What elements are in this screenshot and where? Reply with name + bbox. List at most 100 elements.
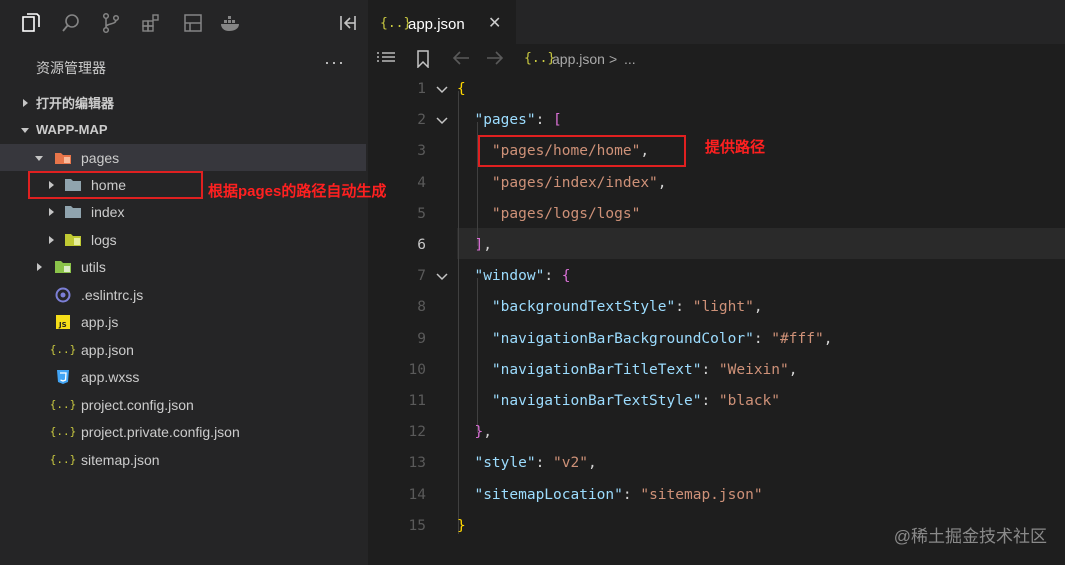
- line-number: 12: [408, 424, 426, 441]
- code-line[interactable]: 4 "pages/index/index",: [368, 168, 1065, 199]
- tree-label: app.json: [81, 341, 134, 358]
- code-line[interactable]: 5 "pages/logs/logs": [368, 199, 1065, 230]
- chevron-right-icon: [46, 207, 56, 217]
- code-text: "window": {: [457, 268, 571, 285]
- tab-app-json[interactable]: {..} app.json ✕: [368, 0, 516, 44]
- code-line[interactable]: 9 "navigationBarBackgroundColor": "#fff"…: [368, 324, 1065, 355]
- code-token: "v2": [553, 455, 588, 472]
- code-token: "light": [692, 299, 754, 316]
- open-editors-section[interactable]: 打开的编辑器: [0, 89, 366, 116]
- chevron-right-icon: [20, 98, 30, 108]
- fold-chevron-down-icon[interactable]: [436, 114, 448, 125]
- tree-folder-logs[interactable]: logs: [0, 226, 366, 253]
- extensions-icon[interactable]: [140, 12, 162, 34]
- tree-folder-index[interactable]: index: [0, 198, 366, 225]
- code-token: "pages/index/index": [491, 174, 658, 191]
- docker-icon[interactable]: [220, 12, 242, 34]
- code-line[interactable]: 1{: [368, 74, 1065, 105]
- bookmark-icon[interactable]: [416, 50, 430, 73]
- tree-file-sitemap[interactable]: {..} sitemap.json: [0, 446, 366, 473]
- svg-text:JS: JS: [58, 321, 67, 329]
- code-token: "#fff": [771, 330, 824, 347]
- code-text: "style": "v2",: [457, 455, 597, 472]
- tree-folder-pages[interactable]: pages: [0, 144, 366, 171]
- code-text: }: [457, 518, 466, 534]
- tree-label: logs: [91, 231, 117, 248]
- tab-label: app.json: [408, 16, 465, 33]
- tree-file-project-config[interactable]: {..} project.config.json: [0, 391, 366, 418]
- breadcrumb-more[interactable]: ...: [624, 51, 636, 67]
- json-icon: {..}: [49, 453, 77, 466]
- fold-chevron-down-icon[interactable]: [436, 83, 448, 94]
- code-line[interactable]: 11 "navigationBarTextStyle": "black": [368, 386, 1065, 417]
- code-token: {: [561, 268, 571, 285]
- line-number: 2: [417, 112, 426, 129]
- forward-arrow-icon[interactable]: [486, 50, 504, 71]
- code-token: ,: [587, 455, 597, 472]
- line-number: 9: [417, 330, 426, 347]
- tree-file-eslintrc[interactable]: .eslintrc.js: [0, 281, 366, 308]
- collapse-panel-icon[interactable]: [337, 12, 359, 34]
- code-token: :: [675, 299, 693, 316]
- tree-file-app-json[interactable]: {..} app.json: [0, 336, 366, 363]
- fold-chevron-down-icon[interactable]: [436, 270, 448, 281]
- code-line[interactable]: 2 "pages": [: [368, 105, 1065, 136]
- breadcrumb-file[interactable]: app.json: [552, 51, 605, 67]
- code-token: "window": [474, 268, 545, 285]
- line-number: 7: [417, 268, 426, 285]
- annotation-text-right: 提供路径: [705, 139, 766, 156]
- folder-icon: [64, 204, 82, 220]
- more-actions-button[interactable]: ···: [324, 52, 345, 73]
- project-section[interactable]: WAPP-MAP: [0, 116, 366, 143]
- javascript-icon: JS: [54, 314, 72, 330]
- tree-label: app.wxss: [81, 368, 140, 385]
- code-line[interactable]: 14 "sitemapLocation": "sitemap.json": [368, 480, 1065, 511]
- search-icon[interactable]: [60, 12, 82, 34]
- back-arrow-icon[interactable]: [452, 50, 470, 71]
- code-line[interactable]: 12 },: [368, 417, 1065, 448]
- annotation-text-left: 根据pages的路径自动生成: [208, 183, 387, 200]
- code-token: "navigationBarTextStyle": [491, 393, 702, 409]
- code-token: :: [701, 361, 719, 378]
- code-text: },: [457, 424, 491, 440]
- close-icon[interactable]: ✕: [488, 13, 501, 33]
- code-line[interactable]: 7 "window": {: [368, 261, 1065, 292]
- code-token: }: [457, 517, 466, 534]
- code-token: :: [753, 330, 772, 347]
- line-number: 14: [408, 486, 426, 503]
- explorer-icon[interactable]: [20, 12, 42, 34]
- json-icon: {..}: [524, 51, 556, 66]
- tree-label: utils: [81, 258, 106, 275]
- tree-folder-utils[interactable]: utils: [0, 253, 366, 280]
- code-token: "navigationBarTitleText": [491, 361, 702, 378]
- tree-file-project-private[interactable]: {..} project.private.config.json: [0, 418, 366, 445]
- code-line[interactable]: 6 ],: [368, 230, 1065, 261]
- code-line[interactable]: 10 "navigationBarTitleText": "Weixin",: [368, 355, 1065, 386]
- layout-icon[interactable]: [182, 12, 204, 34]
- line-number: 15: [408, 517, 426, 534]
- tree-file-app-wxss[interactable]: app.wxss: [0, 363, 366, 390]
- line-number: 3: [417, 143, 426, 160]
- json-icon: {..}: [380, 16, 412, 31]
- code-token: :: [622, 486, 641, 503]
- code-line[interactable]: 13 "style": "v2",: [368, 448, 1065, 479]
- code-token: "sitemapLocation": [474, 486, 623, 503]
- code-token: ,: [483, 237, 492, 253]
- source-control-icon[interactable]: [100, 12, 122, 34]
- code-line[interactable]: 8 "backgroundTextStyle": "light",: [368, 292, 1065, 323]
- annotation-box-path: [478, 135, 686, 167]
- json-icon: {..}: [49, 343, 77, 356]
- tree-file-app-js[interactable]: JS app.js: [0, 308, 366, 335]
- tree-label: .eslintrc.js: [81, 286, 144, 303]
- list-icon[interactable]: [376, 50, 396, 71]
- chevron-right-icon: [34, 262, 44, 272]
- tree-label: index: [91, 203, 125, 220]
